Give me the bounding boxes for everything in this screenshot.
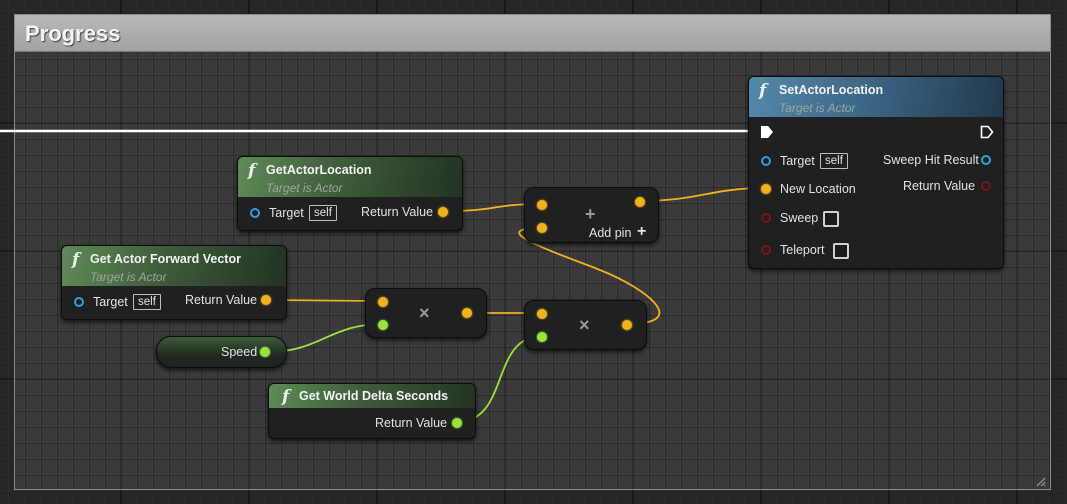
sweep-hit-result-pin[interactable] [981,155,991,165]
return-value-label: Return Value [361,205,434,219]
get-actor-location-node[interactable]: f GetActorLocation Target is Actor Targe… [237,156,463,231]
node-title: SetActorLocation [779,83,884,97]
function-icon: f [759,81,767,101]
exec-in-pin-icon[interactable] [760,125,774,139]
speed-output-pin[interactable] [260,347,270,357]
return-value-pin[interactable] [438,207,448,217]
multiply-operator-icon: × [579,315,590,335]
multiply-input-b-pin[interactable] [378,320,388,330]
node-title: Get World Delta Seconds [299,389,449,403]
multiply-node-1[interactable]: × [365,288,487,338]
add-node[interactable]: + Add pin + [524,187,659,243]
teleport-checkbox[interactable] [833,243,849,259]
new-location-label: New Location [780,182,856,196]
function-icon: f [282,387,290,407]
add-pin-icon[interactable]: + [637,224,646,240]
target-default-field[interactable]: self [133,294,161,310]
target-pin[interactable] [74,297,84,307]
node-subtitle: Target is Actor [266,181,343,195]
teleport-label: Teleport [780,243,825,257]
multiply-input-a-pin[interactable] [378,297,388,307]
add-input-a-pin[interactable] [537,200,547,210]
sweep-label: Sweep [780,211,819,225]
get-world-delta-seconds-node[interactable]: f Get World Delta Seconds Return Value [268,383,476,439]
target-default-field[interactable]: self [309,205,337,221]
sweep-pin[interactable] [761,213,771,223]
return-value-pin[interactable] [452,418,462,428]
return-value-label: Return Value [375,416,448,430]
target-label: Target [93,295,128,309]
teleport-pin[interactable] [761,245,771,255]
function-icon: f [72,250,80,270]
function-icon: f [248,161,256,181]
multiply-output-pin[interactable] [462,308,472,318]
speed-variable-node[interactable]: Speed [156,336,287,368]
sweep-checkbox[interactable] [823,211,839,227]
new-location-pin[interactable] [761,184,771,194]
add-operator-icon: + [585,204,596,224]
multiply-node-2[interactable]: × [524,300,647,350]
return-value-label: Return Value [903,179,976,193]
return-value-pin[interactable] [261,295,271,305]
exec-out-pin-icon[interactable] [980,125,994,139]
add-pin-button[interactable]: Add pin [589,226,631,240]
target-label: Target [780,154,815,168]
node-subtitle: Target is Actor [779,101,856,115]
node-title: Get Actor Forward Vector [90,252,241,266]
add-input-b-pin[interactable] [537,223,547,233]
speed-label: Speed [221,345,258,359]
node-subtitle: Target is Actor [90,270,167,284]
target-default-field[interactable]: self [820,153,848,169]
get-actor-forward-vector-node[interactable]: f Get Actor Forward Vector Target is Act… [61,245,287,320]
node-title: GetActorLocation [266,163,372,177]
return-value-pin[interactable] [981,181,991,191]
return-value-label: Return Value [185,293,258,307]
target-label: Target [269,206,304,220]
multiply-output-pin[interactable] [622,320,632,330]
multiply-input-a-pin[interactable] [537,309,547,319]
set-actor-location-node[interactable]: f SetActorLocation Target is Actor Targe… [748,76,1004,269]
multiply-operator-icon: × [419,303,430,323]
sweep-hit-result-label: Sweep Hit Result [883,153,979,167]
add-output-pin[interactable] [635,197,645,207]
target-pin[interactable] [250,208,260,218]
multiply-input-b-pin[interactable] [537,332,547,342]
target-pin[interactable] [761,156,771,166]
